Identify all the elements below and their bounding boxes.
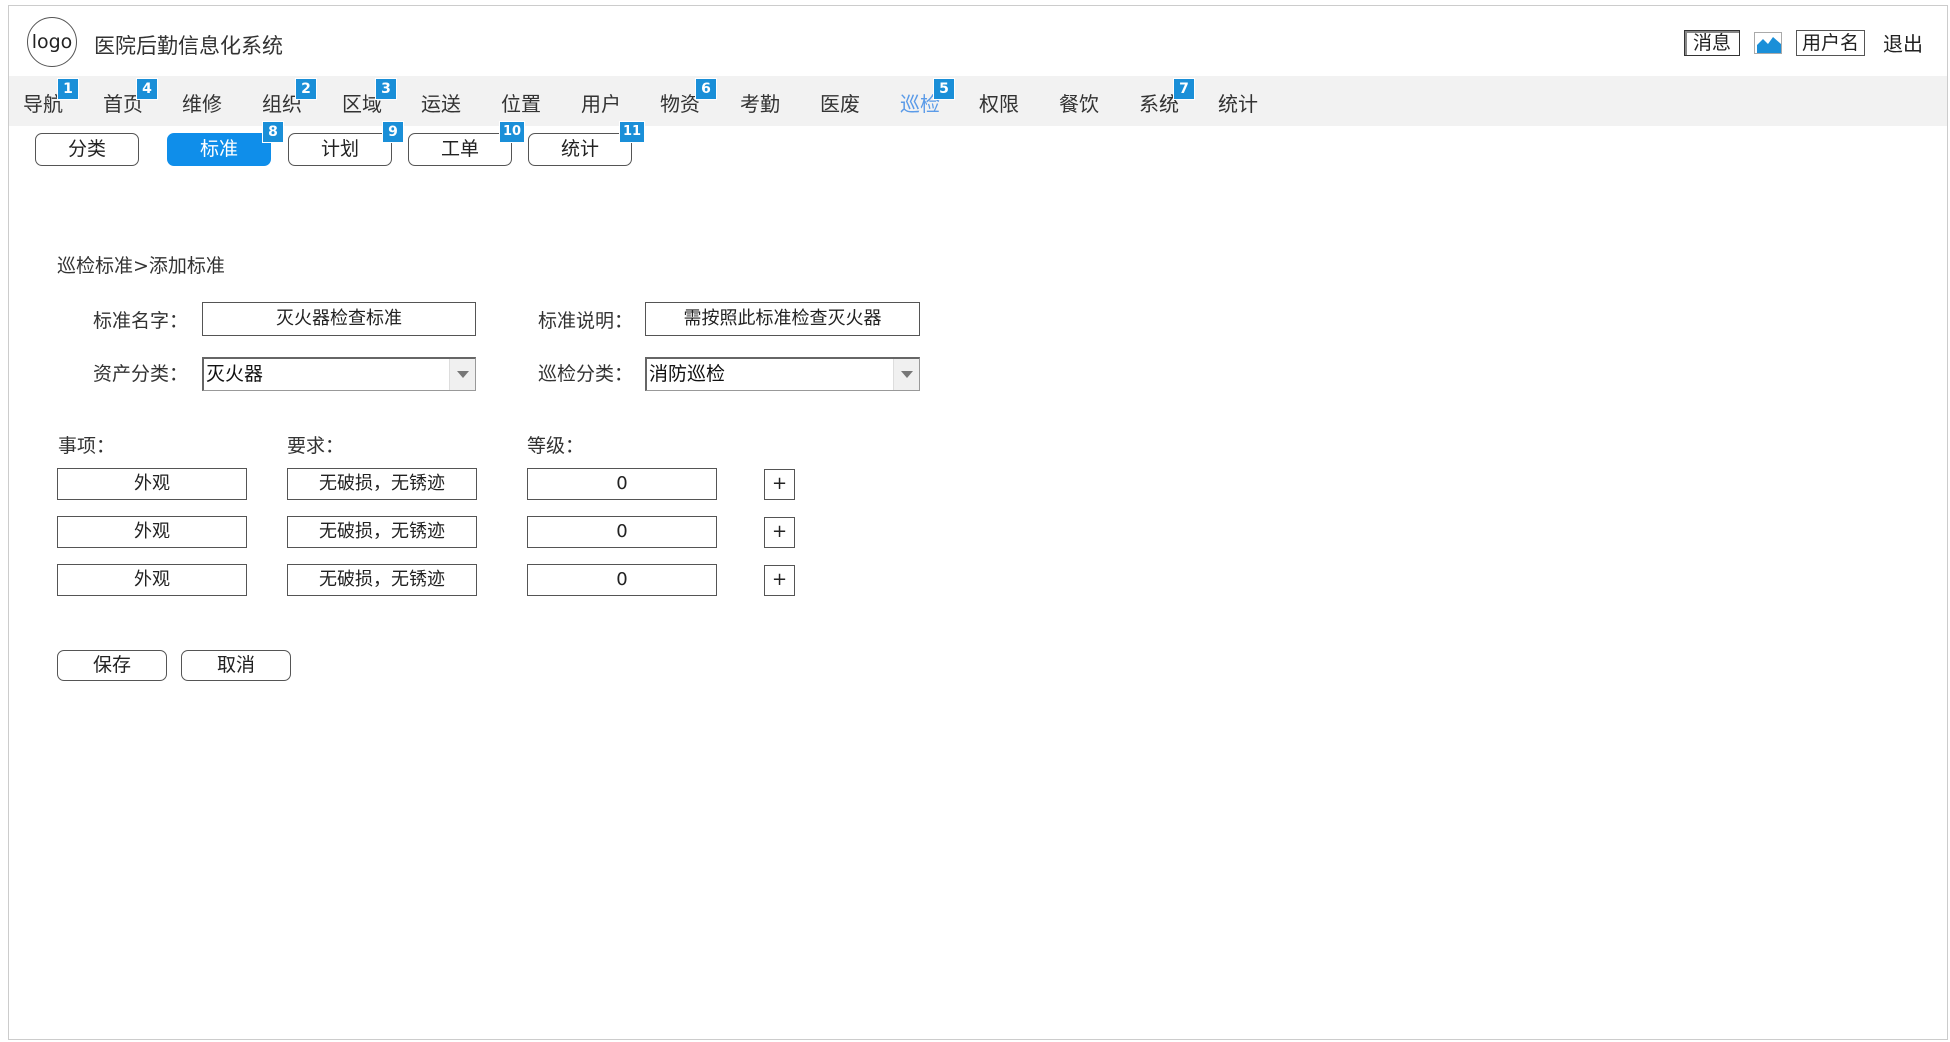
app-window: logo 医院后勤信息化系统 消息 用户名 退出 导航 首页 维修 组织 区域 …: [8, 5, 1948, 1040]
breadcrumb: 巡检标准>添加标准: [57, 255, 225, 277]
nav-item-users[interactable]: 用户: [581, 88, 621, 117]
requirement-input[interactable]: 无破损，无锈迹: [287, 564, 477, 596]
item-input[interactable]: 外观: [57, 564, 247, 596]
nav-item-statistics[interactable]: 统计: [1218, 88, 1258, 117]
inspection-category-value: 消防巡检: [649, 363, 726, 385]
annotation-badge: 9: [382, 121, 404, 143]
asset-category-select[interactable]: 灭火器: [202, 357, 476, 391]
header-actions: 消息 用户名 退出: [1683, 28, 1923, 57]
standard-name-label: 标准名字：: [93, 310, 189, 332]
nav-item-supplies[interactable]: 物资: [660, 88, 700, 117]
header: logo 医院后勤信息化系统 消息 用户名 退出: [9, 6, 1947, 76]
annotation-badge: 4: [136, 78, 158, 100]
subtab-work-order[interactable]: 工单: [408, 133, 512, 166]
nav-item-location[interactable]: 位置: [501, 88, 541, 117]
chevron-down-icon[interactable]: [449, 359, 475, 390]
annotation-badge: 8: [262, 121, 284, 143]
inspection-category-select[interactable]: 消防巡检: [645, 357, 920, 391]
requirement-input[interactable]: 无破损，无锈迹: [287, 516, 477, 548]
annotation-badge: 11: [619, 121, 645, 143]
standard-description-label: 标准说明：: [538, 310, 634, 332]
asset-category-label: 资产分类：: [93, 363, 189, 385]
annotation-badge: 7: [1173, 78, 1195, 100]
add-row-button[interactable]: +: [764, 469, 795, 500]
cancel-button[interactable]: 取消: [181, 650, 291, 681]
app-title: 医院后勤信息化系统: [94, 34, 283, 58]
add-row-button[interactable]: +: [764, 517, 795, 548]
subtab-standard[interactable]: 标准: [167, 133, 271, 166]
username[interactable]: 用户名: [1795, 29, 1865, 56]
main-nav: 导航 首页 维修 组织 区域 运送 位置 用户 物资 考勤 医废 巡检 权限 餐…: [9, 76, 1947, 126]
requirement-column-header: 要求：: [287, 435, 345, 457]
level-input[interactable]: 0: [527, 564, 717, 596]
annotation-badge: 1: [57, 78, 79, 100]
subtab-plan[interactable]: 计划: [288, 133, 392, 166]
level-column-header: 等级：: [527, 435, 585, 457]
annotation-badge: 10: [499, 121, 525, 143]
inspection-category-label: 巡检分类：: [538, 363, 634, 385]
nav-item-transport[interactable]: 运送: [421, 88, 461, 117]
annotation-badge: 2: [295, 78, 317, 100]
level-input[interactable]: 0: [527, 468, 717, 500]
logout-link[interactable]: 退出: [1883, 28, 1923, 57]
standard-name-input[interactable]: 灭火器检查标准: [202, 302, 476, 336]
annotation-badge: 6: [695, 78, 717, 100]
annotation-badge: 3: [375, 78, 397, 100]
standard-description-input[interactable]: 需按照此标准检查灭火器: [645, 302, 920, 336]
nav-item-permissions[interactable]: 权限: [979, 88, 1019, 117]
nav-item-medical-waste[interactable]: 医废: [820, 88, 860, 117]
subtab-statistics[interactable]: 统计: [528, 133, 632, 166]
nav-item-repair[interactable]: 维修: [182, 88, 222, 117]
annotation-badge: 5: [933, 78, 955, 100]
save-button[interactable]: 保存: [57, 650, 167, 681]
subtab-category[interactable]: 分类: [35, 133, 139, 166]
nav-item-attendance[interactable]: 考勤: [740, 88, 780, 117]
logo-text: logo: [31, 31, 73, 53]
logo: logo: [27, 17, 77, 67]
item-input[interactable]: 外观: [57, 516, 247, 548]
asset-category-value: 灭火器: [206, 363, 264, 385]
add-row-button[interactable]: +: [764, 565, 795, 596]
nav-item-catering[interactable]: 餐饮: [1059, 88, 1099, 117]
chevron-down-icon[interactable]: [893, 359, 919, 390]
level-input[interactable]: 0: [527, 516, 717, 548]
item-column-header: 事项：: [58, 435, 116, 457]
image-icon[interactable]: [1753, 31, 1782, 54]
requirement-input[interactable]: 无破损，无锈迹: [287, 468, 477, 500]
item-input[interactable]: 外观: [57, 468, 247, 500]
message-button[interactable]: 消息: [1683, 29, 1740, 56]
